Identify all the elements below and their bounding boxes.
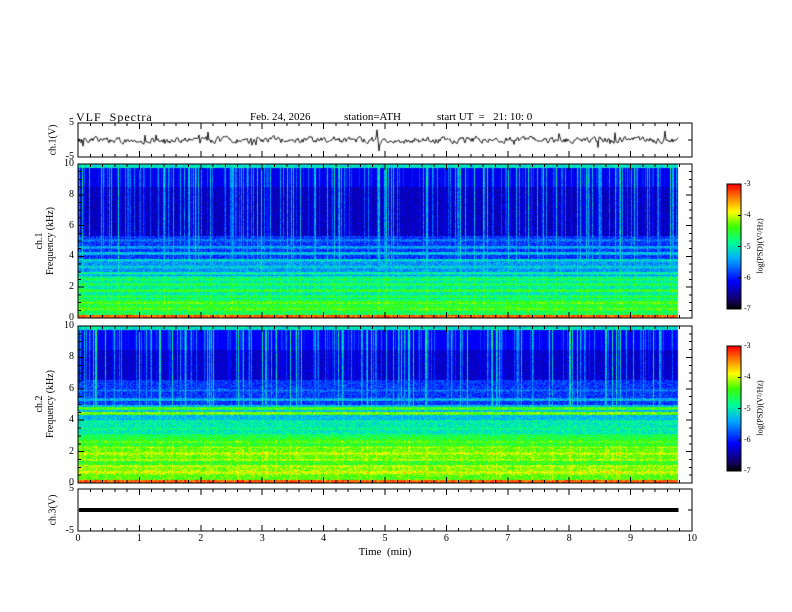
- spec2-freq-tick-label: 10: [64, 320, 74, 331]
- colorbar-1-tick-label: -4: [744, 210, 751, 220]
- spec1-y-axis-label: ch.1 Frequency (kHz): [34, 207, 56, 275]
- x-axis-tick-label: 1: [136, 533, 142, 544]
- colorbar-2-tick-label: -3: [744, 341, 751, 350]
- x-axis-tick-label: 10: [687, 533, 697, 544]
- spec1-y-axis-label-channel: ch.1: [34, 232, 45, 250]
- colorbar-2-tick-label: -7: [744, 466, 751, 475]
- x-axis-tick-label: 4: [321, 533, 327, 544]
- colorbar-1-tick-label: -7: [744, 304, 751, 313]
- colorbar-2-label: log(PSD)(V²/Hz): [755, 380, 765, 436]
- x-axis-tick-label: 3: [259, 533, 265, 544]
- x-axis-tick-label: 9: [628, 533, 634, 544]
- ch1-waveform-canvas: [78, 123, 692, 157]
- ch1-spectrogram-canvas: [78, 164, 692, 318]
- spec2-freq-tick-label: 8: [69, 351, 74, 363]
- spec1-freq-tick-label: 6: [69, 219, 74, 231]
- colorbar-1-tick-label: -6: [744, 272, 751, 282]
- colorbar-2-tick-label: -6: [744, 434, 751, 444]
- wave1-volt-tick-label: -5: [65, 151, 74, 162]
- spec1-freq-tick-label: 2: [69, 281, 74, 293]
- spec2-y-axis-label: ch.2 Frequency (kHz): [34, 370, 56, 438]
- colorbar-1: [727, 184, 741, 309]
- vlf-spectra-figure: VLF Spectra Feb. 24, 2026 station=ATH st…: [0, 0, 792, 612]
- spec1-y-axis-label-quantity: Frequency (kHz): [45, 206, 56, 276]
- x-axis-tick-label: 2: [198, 533, 204, 544]
- spec2-y-axis-label-channel: ch.2: [34, 395, 45, 413]
- ch2-spectrogram-canvas: [78, 326, 692, 483]
- spec2-freq-tick-label: 2: [69, 445, 74, 457]
- ch3-y-axis-label: ch.3(V): [47, 494, 59, 526]
- colorbar-1-tick-label: -3: [744, 179, 751, 188]
- spec2-freq-tick-label: 4: [69, 414, 74, 426]
- date-label: Feb. 24, 2026: [250, 111, 311, 123]
- x-axis-tick-label: 7: [505, 533, 511, 544]
- spec1-freq-tick-label: 4: [69, 250, 74, 262]
- start-ut-label: start UT = 21: 10: 0: [437, 111, 533, 123]
- spec2-freq-tick-label: 6: [69, 382, 74, 394]
- x-axis-tick-label: 8: [566, 533, 572, 544]
- colorbar-1-tick-label: -5: [744, 241, 751, 251]
- colorbar-2-tick-label: -5: [744, 403, 751, 413]
- colorbar-2: [727, 346, 741, 471]
- ch3-volt-tick-label: 5: [69, 483, 74, 494]
- colorbar-1-label: log(PSD)(V²/Hz): [755, 218, 765, 274]
- wave1-volt-tick-label: 5: [69, 117, 74, 128]
- spec2-y-axis-label-quantity: Frequency (kHz): [45, 369, 56, 439]
- spec1-freq-tick-label: 8: [69, 188, 74, 200]
- x-axis-tick-label: 6: [443, 533, 449, 544]
- x-axis-tick-label: 5: [382, 533, 388, 544]
- ch3-volt-tick-label: -5: [65, 525, 74, 536]
- x-axis-title: Time (min): [358, 546, 412, 558]
- colorbar-2-tick-label: -4: [744, 372, 751, 382]
- ch3-frame: [77, 488, 693, 532]
- station-label: station=ATH: [344, 111, 401, 123]
